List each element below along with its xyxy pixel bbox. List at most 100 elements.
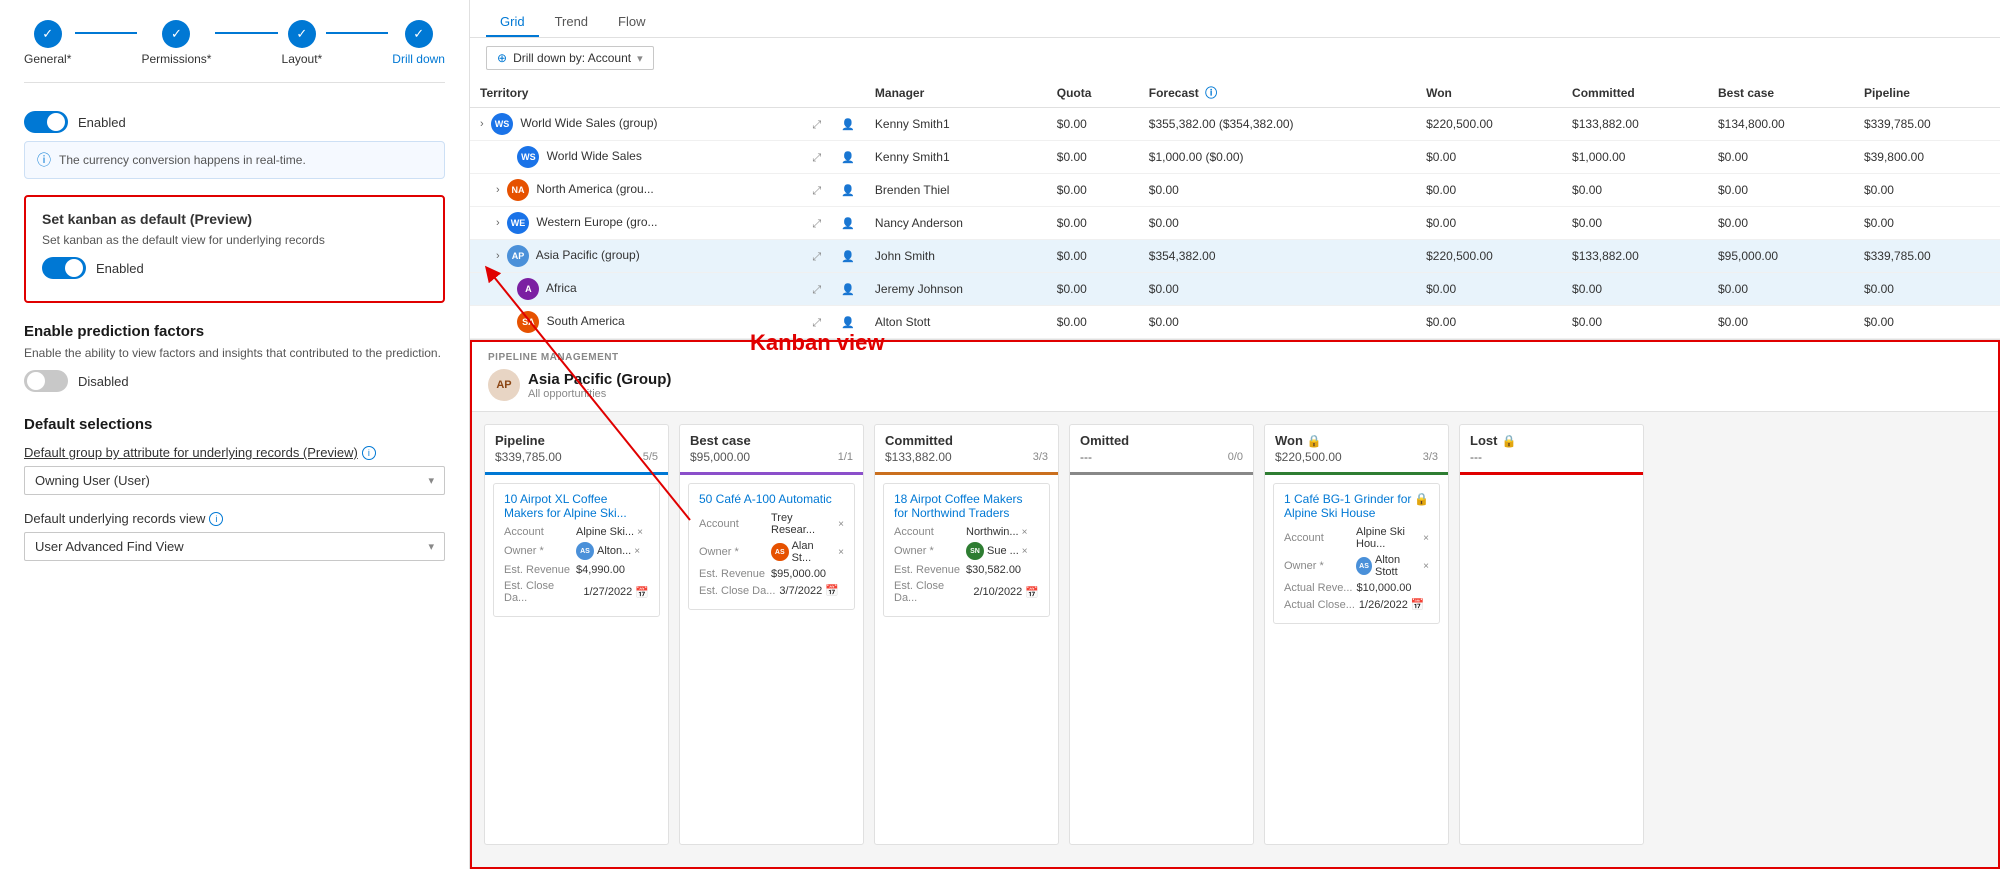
- wizard-step-permissions[interactable]: ✓ Permissions*: [141, 20, 211, 66]
- col-count-badge: 0/0: [1228, 451, 1243, 463]
- card-est-close-label: Est. Close Da...: [894, 580, 969, 604]
- td-forecast: $0.00: [1139, 174, 1416, 207]
- kanban-default-box: Set kanban as default (Preview) Set kanb…: [24, 195, 445, 303]
- table-header-row: Territory Manager Quota Forecast ⓘ Won C…: [470, 78, 2000, 108]
- step-label-general: General*: [24, 52, 71, 66]
- calendar-icon-2[interactable]: 📅: [1411, 598, 1425, 611]
- group-by-select[interactable]: Owning User (User) ▾: [24, 466, 445, 495]
- enabled-toggle[interactable]: [24, 111, 68, 133]
- card-title[interactable]: 10 Airpot XL Coffee Makers for Alpine Sk…: [504, 492, 649, 520]
- th-link: [802, 78, 831, 108]
- td-link-icon[interactable]: ⤢: [802, 174, 831, 207]
- td-person-icon[interactable]: 👤: [831, 108, 865, 141]
- card-owner-row: Owner * SN Sue ... ×: [894, 542, 1039, 560]
- table-row[interactable]: › AP Asia Pacific (group) ⤢ 👤 John Smith…: [470, 240, 2000, 273]
- kanban-col-best_case: Best case $95,000.00 1/1 50 Café A-100 A…: [679, 424, 864, 845]
- td-link-icon[interactable]: ⤢: [802, 108, 831, 141]
- wizard-step-layout[interactable]: ✓ Layout*: [282, 20, 323, 66]
- table-row[interactable]: A Africa ⤢ 👤 Jeremy Johnson $0.00 $0.00 …: [470, 273, 2000, 306]
- card-title[interactable]: 1 Café BG-1 Grinder for Alpine Ski House: [1284, 492, 1414, 520]
- td-link-icon[interactable]: ⤢: [802, 207, 831, 240]
- td-best-case: $0.00: [1708, 207, 1854, 240]
- group-by-info-icon[interactable]: i: [362, 446, 376, 460]
- col-amount-lost: ---: [1470, 450, 1633, 464]
- kanban-group-info: Asia Pacific (Group) All opportunities: [528, 371, 671, 400]
- table-row[interactable]: › WS World Wide Sales (group) ⤢ 👤 Kenny …: [470, 108, 2000, 141]
- col-title-pipeline: Pipeline: [495, 433, 658, 448]
- td-won: $220,500.00: [1416, 108, 1562, 141]
- forecast-info-icon[interactable]: ⓘ: [1205, 86, 1217, 100]
- card-owner-label: Owner *: [504, 545, 572, 557]
- wizard-step-general[interactable]: ✓ General*: [24, 20, 71, 66]
- calendar-icon[interactable]: 📅: [825, 584, 839, 597]
- kanban-col-lost: Lost🔒 ---: [1459, 424, 1644, 845]
- td-best-case: $134,800.00: [1708, 108, 1854, 141]
- td-person-icon[interactable]: 👤: [831, 207, 865, 240]
- td-person-icon[interactable]: 👤: [831, 174, 865, 207]
- td-committed: $0.00: [1562, 174, 1708, 207]
- card-lock-icon: 🔒: [1414, 492, 1429, 506]
- account-remove-icon[interactable]: ×: [1022, 527, 1028, 538]
- default-selections-section: Default selections Default group by attr…: [24, 416, 445, 561]
- kanban-enabled-toggle[interactable]: [42, 257, 86, 279]
- td-forecast: $0.00: [1139, 306, 1416, 339]
- owner-remove-icon[interactable]: ×: [634, 546, 640, 557]
- card-account-row: Account Alpine Ski Hou... ×: [1284, 526, 1429, 550]
- card-est-revenue-label: Est. Revenue: [894, 564, 962, 576]
- td-person-icon[interactable]: 👤: [831, 240, 865, 273]
- tab-flow[interactable]: Flow: [604, 8, 659, 37]
- table-row[interactable]: › WE Western Europe (gro... ⤢ 👤 Nancy An…: [470, 207, 2000, 240]
- card-owner-row: Owner * AS Alton Stott ×: [1284, 554, 1429, 578]
- records-view-info-icon[interactable]: i: [209, 512, 223, 526]
- card-act-close-row: Actual Close... 1/26/2022 📅: [1284, 598, 1429, 611]
- account-remove-icon[interactable]: ×: [637, 527, 643, 538]
- tab-trend[interactable]: Trend: [541, 8, 602, 37]
- card-account-label: Account: [1284, 532, 1352, 544]
- calendar-icon[interactable]: 📅: [1025, 586, 1039, 599]
- account-remove-icon[interactable]: ×: [1423, 533, 1429, 544]
- owner-remove-icon[interactable]: ×: [1423, 561, 1429, 572]
- card-act-close-label: Actual Close...: [1284, 599, 1355, 611]
- calendar-icon[interactable]: 📅: [635, 586, 649, 599]
- card-title[interactable]: 18 Airpot Coffee Makers for Northwind Tr…: [894, 492, 1039, 520]
- expand-icon[interactable]: ›: [480, 118, 484, 130]
- td-manager: Kenny Smith1: [865, 141, 1047, 174]
- td-link-icon[interactable]: ⤢: [802, 240, 831, 273]
- table-row[interactable]: › NA North America (grou... ⤢ 👤 Brenden …: [470, 174, 2000, 207]
- info-box: ⓘ The currency conversion happens in rea…: [24, 141, 445, 179]
- td-territory: › AP Asia Pacific (group): [470, 240, 802, 273]
- td-link-icon[interactable]: ⤢: [802, 273, 831, 306]
- table-row[interactable]: SA South America ⤢ 👤 Alton Stott $0.00 $…: [470, 306, 2000, 339]
- col-amount-committed: $133,882.00 3/3: [885, 450, 1048, 464]
- td-committed: $0.00: [1562, 207, 1708, 240]
- tab-grid[interactable]: Grid: [486, 8, 539, 37]
- wizard-step-drilldown[interactable]: ✓ Drill down: [392, 20, 445, 66]
- expand-icon[interactable]: ›: [496, 250, 500, 262]
- td-person-icon[interactable]: 👤: [831, 273, 865, 306]
- card-est-close-val: 1/27/2022 📅: [583, 586, 649, 599]
- drill-down-button[interactable]: ⊕ Drill down by: Account ▾: [486, 46, 654, 70]
- table-row[interactable]: WS World Wide Sales ⤢ 👤 Kenny Smith1 $0.…: [470, 141, 2000, 174]
- expand-icon[interactable]: ›: [496, 184, 500, 196]
- td-quota: $0.00: [1047, 207, 1139, 240]
- kanban-col-body-omitted: [1070, 475, 1253, 844]
- owner-remove-icon[interactable]: ×: [838, 547, 844, 558]
- expand-icon[interactable]: ›: [496, 217, 500, 229]
- card-title[interactable]: 50 Café A-100 Automatic: [699, 492, 832, 506]
- records-view-select[interactable]: User Advanced Find View ▾: [24, 532, 445, 561]
- group-by-label-text: Default group by attribute for underlyin…: [24, 445, 358, 460]
- td-person-icon[interactable]: 👤: [831, 141, 865, 174]
- account-remove-icon[interactable]: ×: [838, 519, 844, 530]
- chevron-down-icon-2: ▾: [428, 540, 434, 553]
- prediction-toggle[interactable]: [24, 370, 68, 392]
- card-est-close-row: Est. Close Da... 3/7/2022 📅: [699, 584, 844, 597]
- col-amount-val: $133,882.00: [885, 450, 952, 464]
- owner-remove-icon[interactable]: ×: [1022, 546, 1028, 557]
- col-amount-val: $339,785.00: [495, 450, 562, 464]
- card-act-revenue-row: Actual Reve... $10,000.00: [1284, 582, 1429, 594]
- td-committed: $0.00: [1562, 306, 1708, 339]
- td-link-icon[interactable]: ⤢: [802, 141, 831, 174]
- prediction-toggle-label: Disabled: [78, 374, 129, 389]
- card-account-val: Alpine Ski Hou... ×: [1356, 526, 1429, 550]
- default-selections-title: Default selections: [24, 416, 445, 433]
